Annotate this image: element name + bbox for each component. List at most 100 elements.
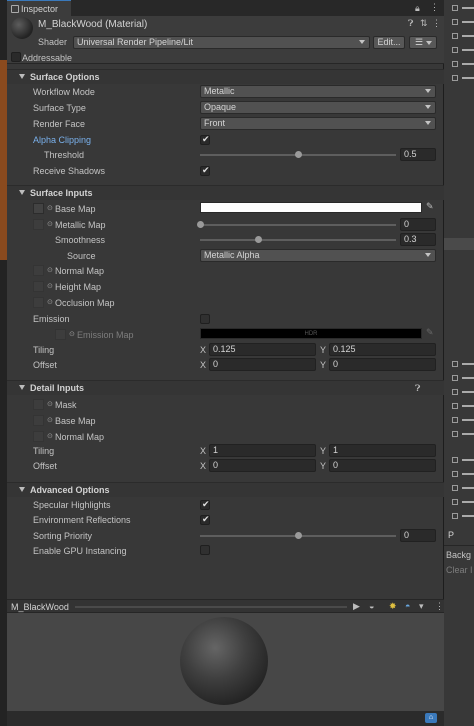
shader-options-button[interactable]: ☰	[409, 36, 437, 49]
object-picker-icon[interactable]: ⊙	[69, 330, 75, 338]
project-tree-item[interactable]	[452, 416, 474, 425]
more-menu-icon[interactable]: ⋮	[430, 2, 439, 13]
skybox-icon[interactable]: ◓	[405, 601, 410, 611]
metallic-map-texture-slot[interactable]	[33, 219, 44, 230]
object-picker-icon[interactable]: ⊙	[47, 416, 53, 424]
base-map-color-field[interactable]	[200, 202, 422, 213]
shader-dropdown[interactable]: Universal Render Pipeline/Lit	[73, 36, 370, 49]
project-tree-item[interactable]	[452, 18, 474, 27]
object-picker-icon[interactable]: ⊙	[47, 220, 53, 228]
base-map-texture-slot[interactable]	[33, 203, 44, 214]
detail-offset-y-label: Y	[320, 461, 327, 471]
chevron-down-icon[interactable]: ▾	[419, 601, 424, 612]
surface-options-header[interactable]: Surface Options	[7, 69, 444, 84]
height-map-label: Height Map	[55, 282, 102, 292]
edit-shader-button[interactable]: Edit...	[373, 36, 405, 49]
object-picker-icon[interactable]: ⊙	[47, 400, 53, 408]
project-tree-item[interactable]	[452, 32, 474, 41]
project-tree-item[interactable]	[452, 4, 474, 13]
detail-offset-y-field[interactable]: 0	[329, 459, 436, 472]
mask-texture-slot[interactable]	[33, 399, 44, 410]
play-icon[interactable]: ▶	[353, 601, 360, 612]
project-tree-item[interactable]	[452, 470, 474, 479]
tab-inspector[interactable]: Inspector	[7, 0, 71, 16]
source-dropdown[interactable]: Metallic Alpha	[200, 249, 436, 262]
detail-inputs-header[interactable]: Detail Inputs ❓︎	[7, 380, 444, 395]
advanced-options-title: Advanced Options	[30, 485, 110, 495]
settings-menu-icon[interactable]: ⋮	[432, 18, 441, 29]
checkmark-icon: ✔	[202, 514, 210, 524]
project-tree-item[interactable]	[452, 74, 474, 83]
threshold-slider-thumb[interactable]	[294, 151, 302, 158]
smoothness-slider-track[interactable]	[200, 239, 396, 241]
specular-highlights-checkbox[interactable]: ✔	[200, 499, 210, 510]
object-picker-icon[interactable]: ⊙	[47, 204, 53, 212]
alpha-clipping-checkbox[interactable]: ✔	[200, 134, 210, 145]
lock-icon[interactable]: 🔒︎	[415, 3, 420, 14]
detail-tiling-y-field[interactable]: 1	[329, 444, 436, 457]
smoothness-field[interactable]: 0.3	[400, 233, 436, 246]
offset-label: Offset	[33, 360, 57, 370]
workflow-mode-dropdown[interactable]: Metallic	[200, 85, 436, 98]
light-icon[interactable]: ✸	[389, 601, 397, 612]
offset-x-field[interactable]: 0	[209, 358, 316, 371]
metallic-slider-thumb[interactable]	[196, 221, 204, 228]
help-icon[interactable]: ❓︎	[408, 18, 413, 29]
gpu-instancing-checkbox[interactable]	[200, 545, 210, 555]
sorting-priority-slider-thumb[interactable]	[294, 532, 302, 539]
offset-y-label: Y	[320, 360, 327, 370]
advanced-options-header[interactable]: Advanced Options	[7, 482, 444, 497]
normal-map-texture-slot[interactable]	[33, 265, 44, 276]
help-icon[interactable]: ❓︎	[415, 383, 420, 394]
preview-drag-handle[interactable]	[75, 606, 347, 608]
left-dock-strip	[0, 0, 7, 726]
sorting-priority-field[interactable]: 0	[400, 529, 436, 542]
object-picker-icon[interactable]: ⊙	[47, 282, 53, 290]
surface-type-dropdown[interactable]: Opaque	[200, 101, 436, 114]
object-picker-icon[interactable]: ⊙	[47, 432, 53, 440]
project-tree-item[interactable]	[452, 46, 474, 55]
tiling-y-field[interactable]: 0.125	[329, 343, 436, 356]
project-tree-item[interactable]	[452, 360, 474, 369]
surface-type-label: Surface Type	[33, 103, 86, 113]
threshold-field[interactable]: 0.5	[400, 148, 436, 161]
environment-reflections-checkbox[interactable]: ✔	[200, 514, 210, 525]
render-face-dropdown[interactable]: Front	[200, 117, 436, 130]
project-tree-item[interactable]	[452, 60, 474, 69]
tiling-x-field[interactable]: 0.125	[209, 343, 316, 356]
occlusion-map-texture-slot[interactable]	[33, 297, 44, 308]
tiling-x-label: X	[200, 345, 207, 355]
chevron-down-icon	[425, 121, 431, 125]
surface-inputs-header[interactable]: Surface Inputs	[7, 185, 444, 200]
project-tree-item[interactable]	[452, 402, 474, 411]
project-tree-item[interactable]	[452, 484, 474, 493]
emission-checkbox[interactable]	[200, 314, 210, 324]
object-picker-icon[interactable]: ⊙	[47, 266, 53, 274]
project-tree-item[interactable]	[452, 374, 474, 383]
more-menu-icon[interactable]: ⋮	[435, 601, 444, 612]
tag-icon[interactable]: ⌂	[425, 713, 437, 723]
project-tree-item[interactable]	[452, 498, 474, 507]
project-selected-row[interactable]	[444, 238, 474, 250]
project-tree-item[interactable]	[452, 388, 474, 397]
offset-y-field[interactable]: 0	[329, 358, 436, 371]
detail-tiling-x-field[interactable]: 1	[209, 444, 316, 457]
object-picker-icon[interactable]: ⊙	[47, 298, 53, 306]
detail-base-map-texture-slot[interactable]	[33, 415, 44, 426]
emission-color-field[interactable]: HDR	[200, 328, 422, 339]
addressable-checkbox[interactable]	[11, 52, 21, 62]
emission-map-texture-slot[interactable]	[55, 329, 66, 340]
metallic-field[interactable]: 0	[400, 218, 436, 231]
detail-offset-x-field[interactable]: 0	[209, 459, 316, 472]
metallic-slider-track[interactable]	[200, 224, 396, 226]
project-tree-item[interactable]	[452, 512, 474, 521]
detail-normal-map-texture-slot[interactable]	[33, 431, 44, 442]
sphere-shape-icon[interactable]: ◒	[369, 601, 374, 611]
eyedropper-icon[interactable]: ✎	[426, 201, 434, 212]
eyedropper-icon[interactable]: ✎	[426, 327, 434, 338]
presets-icon[interactable]: ⇅	[420, 18, 428, 29]
project-tree-item[interactable]	[452, 430, 474, 439]
project-tree-item[interactable]	[452, 456, 474, 465]
receive-shadows-checkbox[interactable]: ✔	[200, 165, 210, 176]
height-map-texture-slot[interactable]	[33, 281, 44, 292]
